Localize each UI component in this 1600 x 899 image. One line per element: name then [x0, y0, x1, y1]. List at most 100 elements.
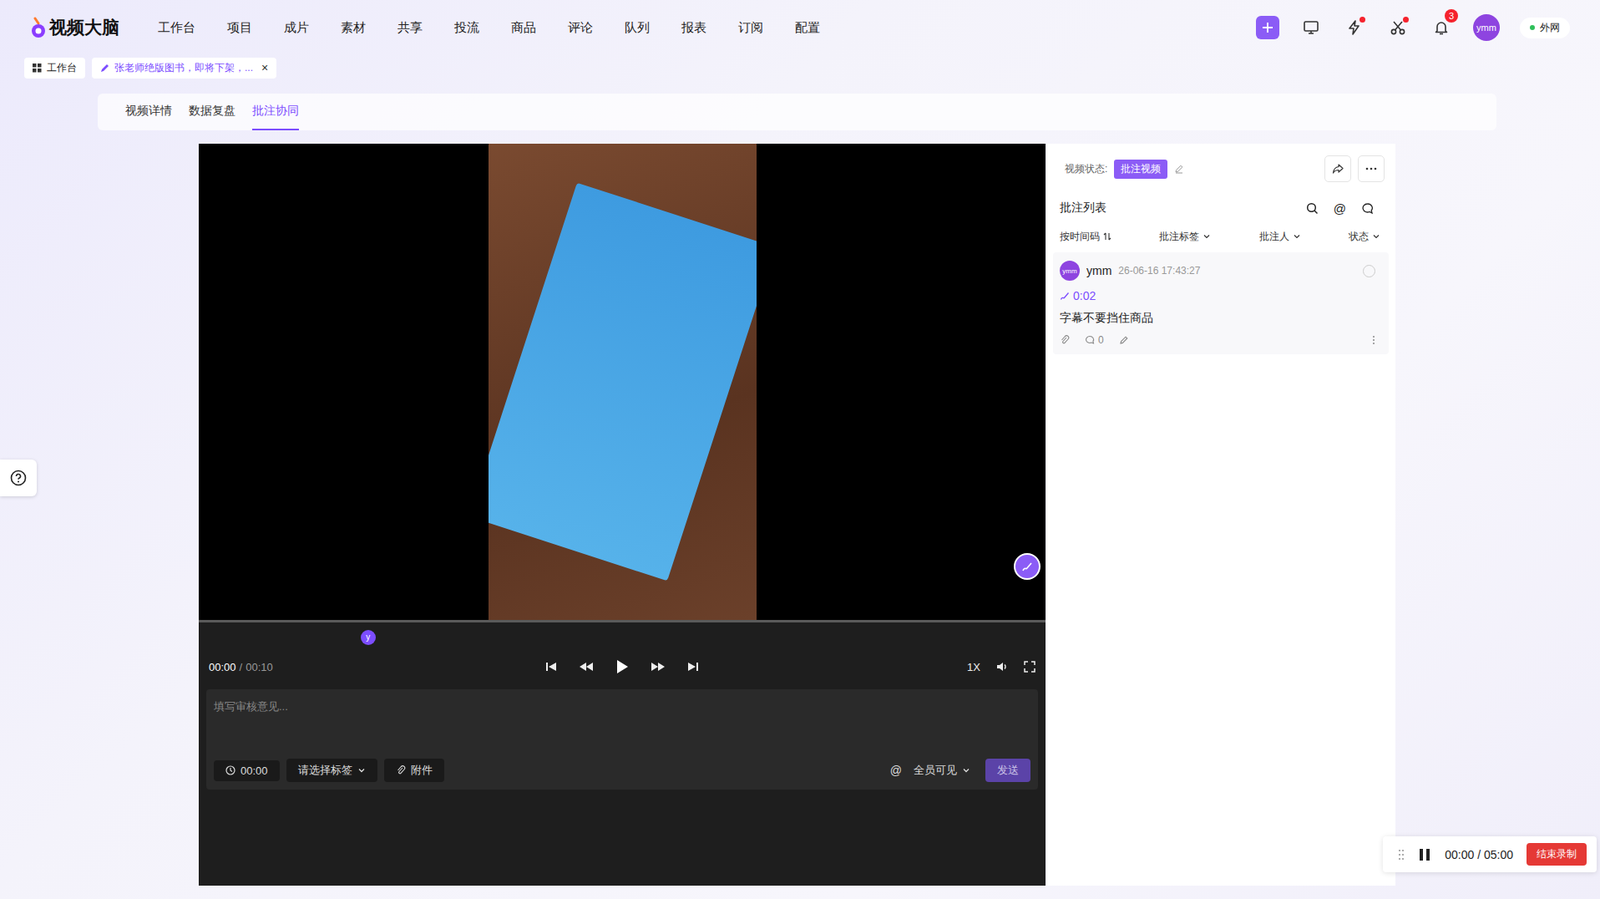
nav-item[interactable]: 素材 — [340, 20, 366, 36]
skip-forward-icon[interactable] — [687, 660, 699, 673]
top-actions: 3 ymm 外网 — [1255, 14, 1570, 41]
top-bar: 视频大脑工作台 项目 成片 素材 共享 投流 商品 评论 队列 报表 订阅 配置 3 ymm 外网 — [0, 0, 1600, 56]
alert-dot — [1359, 16, 1366, 23]
paperclip-icon — [395, 764, 406, 775]
brush-icon — [1059, 290, 1070, 301]
filter[interactable]: 状态 — [1348, 229, 1381, 244]
attach-button[interactable]: 附件 — [384, 758, 445, 782]
nav-item[interactable]: 商品 — [511, 20, 537, 36]
speed-button[interactable]: 1X — [967, 660, 981, 674]
bell-icon — [1432, 19, 1450, 36]
play-icon[interactable] — [615, 658, 629, 674]
video-frame-content — [488, 182, 757, 582]
annotation-markers: y — [198, 622, 1046, 653]
create-button[interactable] — [1255, 15, 1280, 40]
breadcrumb-tabs: 工作台张老师绝版图书，即将下架，...× — [0, 55, 1600, 81]
subtab[interactable]: 批注协同 — [252, 93, 299, 131]
annotate-float-button[interactable] — [1013, 552, 1041, 580]
logo-icon — [30, 16, 47, 39]
more-button[interactable] — [1357, 155, 1385, 183]
filter[interactable]: 按时间码 — [1059, 229, 1112, 244]
chevron-down-icon — [357, 765, 366, 775]
main-nav: 工作台 项目 成片 素材 共享 投流 商品 评论 队列 报表 订阅 配置 — [157, 20, 821, 36]
recording-time: 00:00 / 05:00 — [1444, 847, 1514, 861]
workspace: y 00:00/00:10 1X 填写审核意见... 00:00 请选择标签 附件 @ 全员… — [198, 143, 1600, 886]
share-button[interactable] — [1324, 155, 1352, 183]
annotation-timecode[interactable]: 0:02 — [1059, 288, 1376, 303]
mention-button[interactable]: @ — [890, 763, 902, 777]
visibility-select[interactable]: 全员可见 — [913, 762, 971, 778]
subtab[interactable]: 数据复盘 — [188, 93, 236, 131]
more-vertical-icon[interactable] — [1372, 334, 1376, 345]
nav-item[interactable]: 评论 — [567, 20, 593, 36]
pause-icon[interactable] — [1417, 847, 1432, 861]
logo[interactable]: 视频大脑 — [30, 15, 158, 40]
edit-tool-button[interactable] — [1386, 15, 1410, 40]
volume-icon[interactable] — [995, 659, 1009, 674]
chevron-down-icon — [1292, 232, 1302, 241]
edit-icon[interactable] — [1118, 334, 1130, 345]
resolve-checkbox[interactable] — [1362, 264, 1376, 278]
attachment-icon[interactable] — [1059, 334, 1070, 345]
nav-item[interactable]: 成片 — [283, 20, 309, 36]
send-button[interactable]: 发送 — [985, 758, 1031, 782]
nav-item[interactable]: 项目 — [227, 20, 253, 36]
reply-count[interactable]: 0 — [1084, 334, 1104, 346]
progress-track[interactable] — [198, 619, 1046, 623]
transport — [545, 658, 699, 674]
skip-back-icon[interactable] — [545, 660, 557, 673]
notification-badge: 3 — [1444, 9, 1459, 23]
drag-handle-icon[interactable] — [1397, 848, 1405, 861]
nav-item[interactable]: 订阅 — [738, 20, 764, 36]
grid-icon — [32, 63, 42, 73]
subtab-bar: 视频详情数据复盘批注协同 — [97, 93, 1497, 131]
screen-button[interactable] — [1299, 15, 1323, 40]
author-avatar: ymm — [1059, 260, 1080, 281]
video-area[interactable] — [198, 143, 1046, 620]
network-status[interactable]: 外网 — [1519, 17, 1570, 39]
comment-icon[interactable] — [1361, 202, 1374, 215]
filter[interactable]: 批注标签 — [1159, 229, 1211, 244]
composer-toolbar: 00:00 请选择标签 附件 @ 全员可见 发送 — [213, 758, 1031, 782]
edit-icon — [100, 63, 110, 73]
annotation-card[interactable]: ymmymm26-06-16 17:43:27 0:02字幕不要挡住商品 0 — [1053, 252, 1389, 355]
comment-input[interactable]: 填写审核意见... — [213, 698, 1031, 714]
mention-filter-button[interactable]: @ — [1333, 201, 1347, 216]
rewind-icon[interactable] — [578, 660, 594, 673]
stop-recording-button[interactable]: 结束录制 — [1526, 842, 1587, 866]
timecode-button[interactable]: 00:00 — [213, 759, 280, 781]
video-player: y 00:00/00:10 1X 填写审核意见... 00:00 请选择标签 附件 @ 全员… — [198, 143, 1046, 886]
nav-item[interactable]: 配置 — [794, 20, 821, 36]
player-options: 1X — [698, 659, 1036, 674]
chevron-down-icon — [1372, 232, 1381, 241]
plus-icon — [1260, 20, 1275, 35]
search-icon[interactable] — [1306, 202, 1319, 215]
share-icon — [1331, 162, 1344, 175]
notifications-button[interactable]: 3 — [1429, 15, 1454, 40]
clock-icon — [225, 764, 236, 775]
quick-button[interactable] — [1342, 15, 1367, 40]
edit-icon[interactable] — [1174, 163, 1185, 174]
chevron-down-icon — [1202, 232, 1211, 241]
chevron-down-icon — [962, 765, 971, 775]
fast-forward-icon[interactable] — [650, 660, 666, 673]
help-button[interactable] — [0, 459, 37, 497]
comment-icon — [1084, 334, 1095, 345]
user-avatar[interactable]: ymm — [1473, 14, 1500, 41]
alert-dot — [1402, 16, 1409, 23]
breadcrumb-tab[interactable]: 张老师绝版图书，即将下架，...× — [91, 57, 277, 79]
tag-select[interactable]: 请选择标签 — [286, 758, 378, 782]
nav-item[interactable]: 报表 — [681, 20, 707, 36]
nav-item[interactable]: 队列 — [624, 20, 650, 36]
nav-item[interactable]: 投流 — [454, 20, 480, 36]
annotation-marker[interactable]: y — [360, 629, 376, 645]
filter[interactable]: 批注人 — [1259, 229, 1302, 244]
nav-item[interactable]: 共享 — [397, 20, 423, 36]
nav-item[interactable]: 工作台 — [157, 20, 196, 36]
close-tab-button[interactable]: × — [261, 60, 269, 75]
list-header: 批注列表@ — [1046, 193, 1396, 221]
subtab[interactable]: 视频详情 — [125, 93, 173, 131]
fullscreen-icon[interactable] — [1023, 660, 1036, 673]
time-display: 00:00/00:10 — [208, 660, 546, 674]
breadcrumb-tab[interactable]: 工作台 — [24, 57, 86, 79]
